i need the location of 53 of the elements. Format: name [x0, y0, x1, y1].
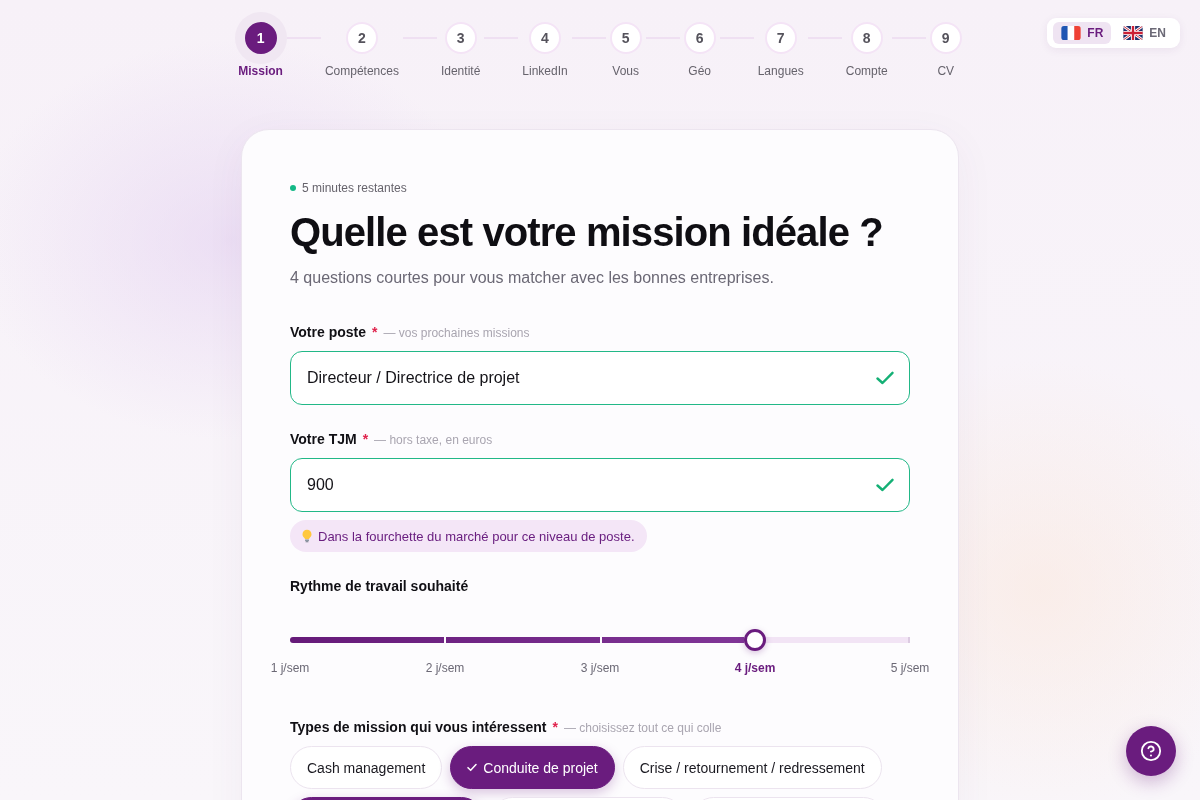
flag-icon [1061, 26, 1082, 40]
page-title: Quelle est votre mission idéale ? [290, 209, 884, 256]
step-label[interactable]: Langues [757, 63, 804, 79]
text-field[interactable]: 900 [290, 458, 910, 512]
page-subtitle: 4 questions courtes pour vous matcher avec les bonnes entreprises. [290, 268, 775, 288]
field-hint: — vos prochaines missions [383, 326, 530, 340]
step-circle[interactable]: 5 [609, 22, 642, 54]
help-icon [1140, 740, 1162, 762]
slider-stop-label[interactable]: 5 j/sem [890, 660, 930, 676]
language-option[interactable]: FR [1053, 22, 1112, 44]
step-circle[interactable]: 2 [345, 22, 378, 54]
step-circle[interactable]: 9 [929, 22, 962, 54]
check-icon [876, 371, 894, 385]
field-label: Types de mission qui vous intéressent [290, 718, 547, 737]
required-mark: * [362, 431, 369, 447]
step-label[interactable]: Compte [845, 63, 888, 79]
check-icon [467, 763, 478, 772]
check-icon [876, 478, 894, 492]
mission-type-chip[interactable]: Crise / retournement / redressement [622, 746, 882, 789]
step-label[interactable]: LinkedIn [522, 63, 568, 79]
mission-type-chip[interactable]: Conduite de projet [450, 746, 615, 789]
step-label[interactable]: CV [937, 63, 955, 79]
step-circle[interactable]: 8 [850, 22, 883, 54]
flag-icon [1123, 26, 1144, 40]
slider-thumb[interactable] [744, 629, 766, 651]
slider-stop-label[interactable]: 1 j/sem [270, 660, 310, 676]
step-label[interactable]: Identité [440, 63, 481, 79]
lightbulb-icon [302, 529, 312, 543]
status-dot-icon [290, 185, 296, 191]
step-circle[interactable]: 7 [764, 22, 797, 54]
step-label[interactable]: Vous [612, 63, 640, 79]
field-label: Votre poste [290, 323, 366, 342]
help-button[interactable] [1126, 726, 1176, 776]
field-hint: — hors taxe, en euros [374, 433, 493, 447]
slider-stop-label[interactable]: 2 j/sem [425, 660, 465, 676]
text-field[interactable]: Directeur / Directrice de projet [290, 351, 910, 405]
mission-type-chip[interactable]: Cash management [290, 746, 443, 789]
slider-stop-label[interactable]: 4 j/sem [734, 660, 776, 676]
note-text: Dans la fourchette du marché pour ce niveau de poste. [318, 528, 635, 544]
step-label[interactable]: Compétences [324, 63, 399, 79]
step-circle[interactable]: 6 [683, 22, 716, 54]
field-label: Rythme de travail souhaité [290, 577, 469, 596]
step-circle[interactable]: 3 [444, 22, 477, 54]
field-label: Votre TJM [290, 430, 357, 449]
required-mark: * [552, 719, 558, 735]
step-label[interactable]: Géo [688, 63, 712, 79]
language-option[interactable]: EN [1115, 22, 1174, 44]
required-mark: * [372, 324, 378, 340]
step-circle[interactable]: 4 [529, 22, 561, 54]
step-label[interactable]: Mission [238, 63, 283, 79]
field-hint: — choisissez tout ce qui colle [563, 721, 722, 735]
slider-stop-label[interactable]: 3 j/sem [580, 660, 620, 676]
time-remaining: 5 minutes restantes [302, 181, 407, 195]
